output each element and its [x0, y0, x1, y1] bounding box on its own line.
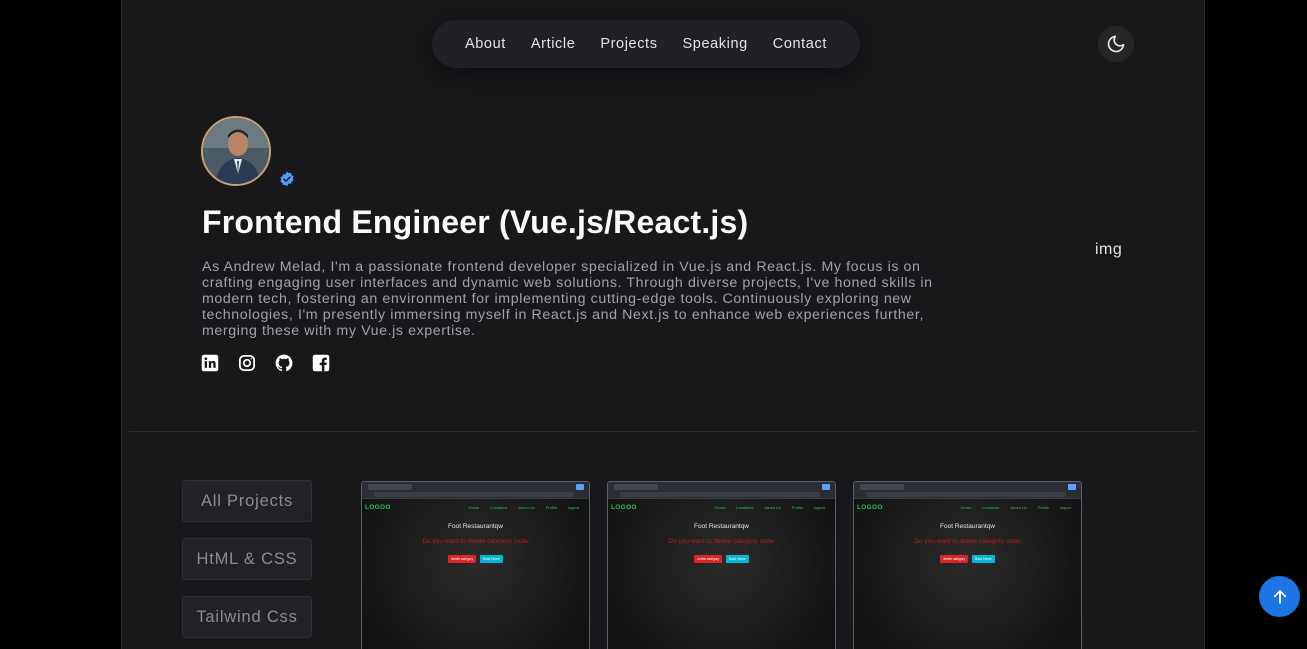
project-cards: LOGOO Home Locations About Us Profile logout…	[361, 481, 1082, 649]
project-filters: All Projects HtML & CSS Tailwind Css	[182, 480, 312, 638]
moon-icon	[1107, 35, 1125, 53]
section-divider	[129, 431, 1198, 432]
card-nav: Home Locations About Us Profile logout	[468, 505, 580, 510]
github-icon[interactable]	[275, 354, 293, 372]
filter-all-projects[interactable]: All Projects	[182, 480, 312, 522]
nav-article[interactable]: Article	[531, 36, 576, 52]
filter-html-css[interactable]: HtML & CSS	[182, 538, 312, 580]
verified-badge-icon	[280, 171, 294, 187]
card-buttons: delete category Back Home	[854, 555, 1081, 563]
card-title: Foot Restaurantqw	[940, 523, 995, 530]
card-nav: Home Locations About Us Profile logout	[714, 505, 826, 510]
browser-bar	[362, 482, 589, 499]
linkedin-icon[interactable]	[201, 354, 219, 372]
main-nav: About Article Projects Speaking Contact	[432, 20, 860, 68]
card-logo: LOGOO	[365, 504, 391, 511]
card-nav: Home Locations About Us Profile logout	[960, 505, 1072, 510]
filter-tailwind-css[interactable]: Tailwind Css	[182, 596, 312, 638]
facebook-icon[interactable]	[312, 354, 330, 372]
profile-avatar-group	[201, 116, 294, 188]
arrow-up-icon	[1273, 589, 1286, 604]
page-title: Frontend Engineer (Vue.js/React.js)	[202, 204, 749, 240]
page-container: About Article Projects Speaking Contact	[121, 0, 1205, 649]
card-buttons: delete category Back Home	[608, 555, 835, 563]
bio-text: As Andrew Melad, I'm a passionate fronte…	[202, 259, 933, 339]
browser-bar	[854, 482, 1081, 499]
nav-about[interactable]: About	[465, 36, 506, 52]
hero-image: img	[1095, 241, 1123, 258]
card-logo: LOGOO	[857, 504, 883, 511]
avatar	[201, 116, 271, 186]
card-question: Do you want to delete category sxdw	[668, 538, 775, 545]
scroll-to-top-button[interactable]	[1259, 576, 1300, 617]
card-question: Do you want to delete category sxdw	[422, 538, 529, 545]
theme-toggle-button[interactable]	[1098, 26, 1134, 62]
project-card[interactable]: LOGOO Home Locations About Us Profile logout…	[607, 481, 836, 649]
instagram-icon[interactable]	[238, 354, 256, 372]
nav-speaking[interactable]: Speaking	[683, 36, 748, 52]
project-card[interactable]: LOGOO Home Locations About Us Profile logout…	[361, 481, 590, 649]
project-card[interactable]: LOGOO Home Locations About Us Profile logout…	[853, 481, 1082, 649]
card-buttons: delete category Back Home	[362, 555, 589, 563]
card-logo: LOGOO	[611, 504, 637, 511]
nav-contact[interactable]: Contact	[773, 36, 827, 52]
card-title: Foot Restaurantqw	[448, 523, 503, 530]
card-question: Do you want to delete category sxdw	[914, 538, 1021, 545]
nav-projects[interactable]: Projects	[600, 36, 657, 52]
social-links	[201, 354, 330, 372]
browser-bar	[608, 482, 835, 499]
card-title: Foot Restaurantqw	[694, 523, 749, 530]
